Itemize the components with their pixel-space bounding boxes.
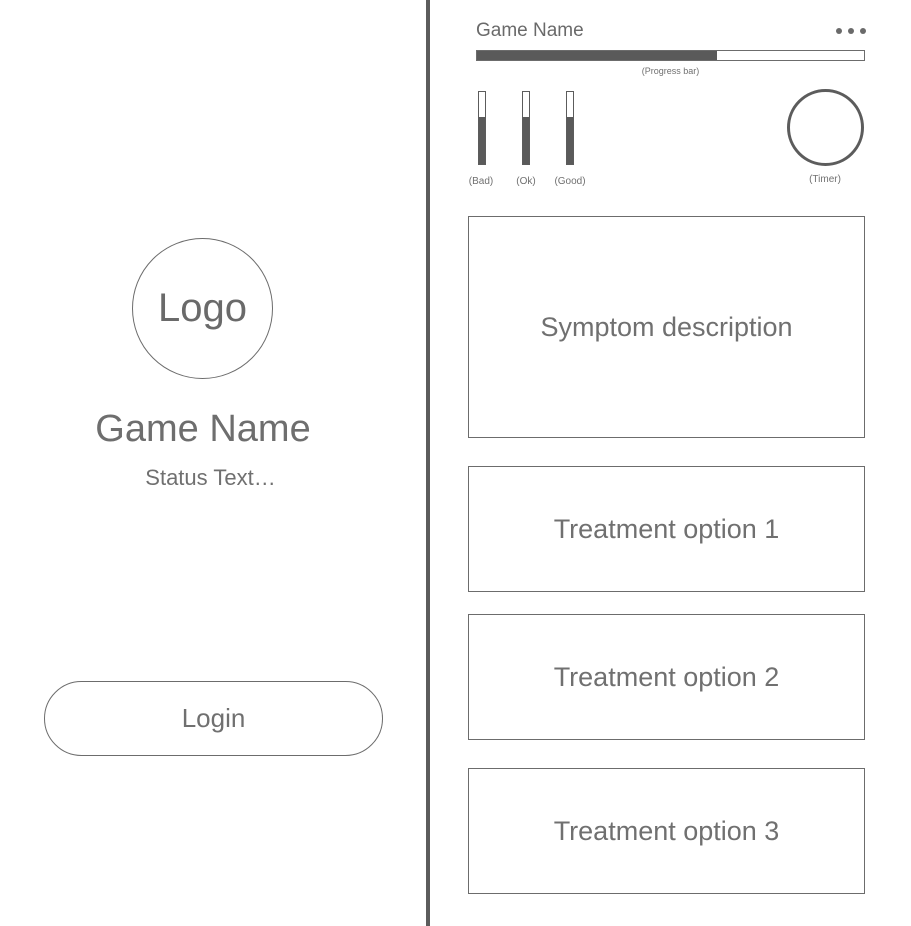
screen-divider	[426, 0, 430, 926]
game-title: Game Name	[476, 20, 584, 41]
treatment-option-3[interactable]: Treatment option 3	[468, 768, 865, 894]
more-horizontal-icon[interactable]	[836, 28, 866, 34]
login-button-label: Login	[181, 703, 246, 733]
symptom-description-box: Symptom description	[468, 216, 865, 438]
progress-bar	[476, 50, 865, 61]
meter-good-label: (Good)	[554, 176, 586, 187]
meter-bad	[478, 91, 486, 165]
treatment-option-2[interactable]: Treatment option 2	[468, 614, 865, 740]
progress-bar-fill	[477, 51, 717, 60]
meter-ok	[522, 91, 530, 165]
login-game-title: Game Name	[95, 408, 311, 450]
treatment-option-label: Treatment option 2	[553, 661, 780, 692]
logo: Logo	[132, 238, 273, 379]
meter-ok-fill	[523, 117, 529, 164]
logo-text: Logo	[158, 286, 247, 330]
treatment-option-label: Treatment option 3	[553, 815, 780, 846]
meter-bad-fill	[479, 117, 485, 164]
meter-good-fill	[567, 117, 573, 164]
timer	[787, 89, 864, 166]
symptom-description-text: Symptom description	[540, 311, 793, 342]
meter-good	[566, 91, 574, 165]
status-text: Status Text…	[145, 465, 276, 490]
progress-bar-label: (Progress bar)	[641, 66, 700, 76]
login-button[interactable]: Login	[44, 681, 383, 756]
treatment-option-label: Treatment option 1	[553, 513, 780, 544]
treatment-option-1[interactable]: Treatment option 1	[468, 466, 865, 592]
timer-label: (Timer)	[809, 174, 841, 185]
